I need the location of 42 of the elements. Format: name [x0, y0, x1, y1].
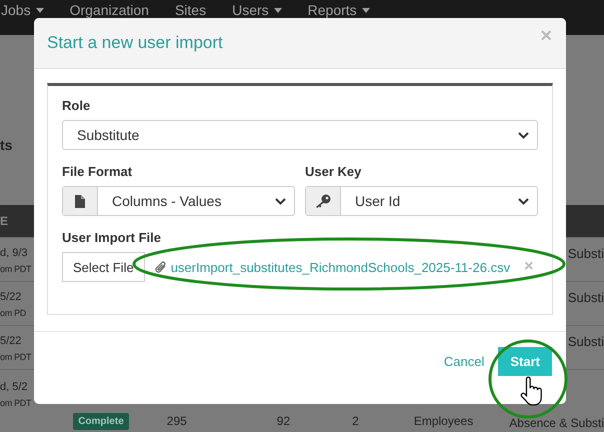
- nav-item[interactable]: Reports: [308, 2, 370, 18]
- field-label: Role: [62, 98, 92, 113]
- table-cell: Substi: [568, 334, 604, 349]
- table-cell: 295: [166, 415, 187, 428]
- table-cell-text: 5/22: [0, 290, 22, 304]
- dialog-title: Start a new user import: [47, 33, 223, 53]
- file-format-select[interactable]: Columns - Values: [62, 186, 295, 216]
- role-select[interactable]: Substitute: [62, 120, 538, 150]
- chevron-icon: [518, 132, 529, 138]
- table-cell: Employees: [414, 415, 474, 428]
- nav-item[interactable]: Sites: [174, 2, 206, 18]
- table-cell-text: 5/22: [0, 334, 22, 348]
- status-badge: Complete: [73, 413, 129, 430]
- paperclip-icon: [154, 260, 167, 274]
- table-cell: Absence & Substi: [509, 417, 604, 430]
- chevron-icon: [518, 198, 529, 204]
- table-cell: Substi: [568, 246, 604, 261]
- page-heading: ts: [0, 137, 12, 153]
- field-label: User Key: [305, 164, 362, 179]
- user-key-select[interactable]: User Id: [305, 186, 538, 216]
- column-header: E: [0, 214, 8, 228]
- key-icon: [315, 194, 331, 208]
- table-cell-text: om PDT: [0, 263, 32, 276]
- file-icon: [75, 194, 85, 208]
- caret-icon: [274, 8, 282, 12]
- caret-icon: [362, 8, 370, 12]
- table-cell-text: om PDT: [0, 351, 32, 364]
- field-label: File Format: [62, 164, 134, 179]
- table-cell: 2: [352, 415, 359, 428]
- field-label: User Import File: [62, 230, 162, 245]
- table-cell: Substi: [568, 290, 604, 305]
- table-cell-text: d, 9/3: [0, 246, 29, 260]
- table-cell: 92: [276, 415, 290, 428]
- chevron-icon: [275, 198, 286, 204]
- nav-item[interactable]: Organization: [70, 2, 149, 18]
- caret-icon: [36, 8, 44, 12]
- select-file-button[interactable]: Select File: [62, 252, 145, 282]
- table-cell-text: d, 5/2: [0, 380, 29, 394]
- table-cell-text: om PD: [0, 307, 26, 320]
- nav-item[interactable]: Users: [232, 2, 282, 18]
- table-cell-text: om PDT: [0, 397, 32, 410]
- nav-item[interactable]: Jobs: [1, 2, 44, 18]
